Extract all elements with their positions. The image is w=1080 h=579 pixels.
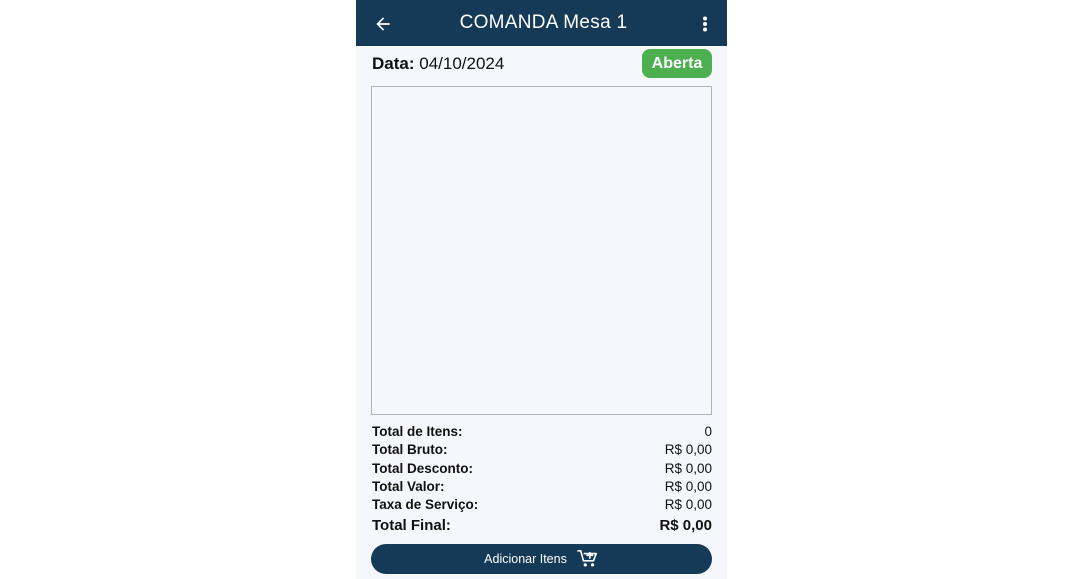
status-badge: Aberta (642, 49, 712, 78)
date-value: 04/10/2024 (419, 54, 505, 73)
total-discount-row: Total Desconto: R$ 0,00 (372, 460, 712, 478)
total-items-row: Total de Itens: 0 (372, 423, 712, 441)
total-gross-label: Total Bruto: (372, 442, 448, 458)
add-items-label: Adicionar Itens (484, 552, 567, 566)
total-discount-value: R$ 0,00 (664, 460, 712, 476)
app-screen: COMANDA Mesa 1 Data: 04/10/2024 Aberta T… (356, 0, 727, 579)
totals-summary: Total de Itens: 0 Total Bruto: R$ 0,00 T… (372, 423, 712, 537)
cart-plus-icon (577, 549, 599, 569)
total-discount-label: Total Desconto: (372, 460, 473, 476)
service-fee-value: R$ 0,00 (664, 497, 712, 513)
total-final-row: Total Final: R$ 0,00 (372, 515, 712, 537)
page-title: COMANDA Mesa 1 (459, 12, 628, 33)
total-gross-value: R$ 0,00 (664, 442, 712, 458)
more-vertical-icon (703, 16, 707, 32)
total-value-row: Total Valor: R$ 0,00 (372, 478, 712, 496)
service-fee-label: Taxa de Serviço: (372, 497, 479, 513)
total-items-value: 0 (704, 424, 712, 439)
total-gross-row: Total Bruto: R$ 0,00 (372, 441, 712, 459)
add-items-button[interactable]: Adicionar Itens (371, 544, 712, 574)
order-date: Data: 04/10/2024 (372, 54, 504, 74)
app-bar: COMANDA Mesa 1 (356, 0, 727, 46)
total-value-value: R$ 0,00 (664, 478, 712, 494)
total-items-label: Total de Itens: (372, 424, 463, 439)
order-items-list[interactable] (371, 86, 712, 415)
overflow-menu-button[interactable] (695, 12, 715, 36)
total-value-label: Total Valor: (372, 478, 445, 494)
total-final-label: Total Final: (372, 517, 451, 535)
service-fee-row: Taxa de Serviço: R$ 0,00 (372, 496, 712, 514)
total-final-value: R$ 0,00 (659, 517, 712, 535)
date-label: Data: (372, 54, 415, 73)
